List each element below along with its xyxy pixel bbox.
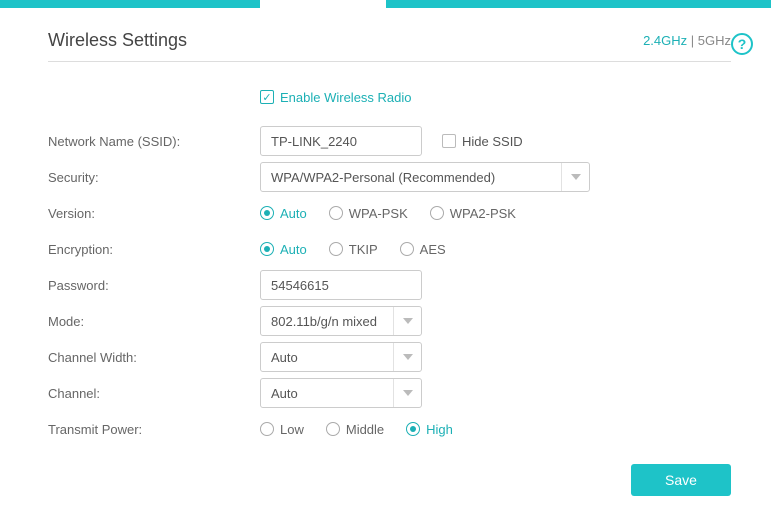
password-input[interactable] bbox=[260, 270, 422, 300]
version-radio-auto[interactable]: Auto bbox=[260, 206, 307, 221]
tab-seg bbox=[0, 0, 260, 8]
encryption-radio-auto[interactable]: Auto bbox=[260, 242, 307, 257]
label-channel-width: Channel Width: bbox=[48, 350, 260, 365]
label-mode: Mode: bbox=[48, 314, 260, 329]
chevron-down-icon bbox=[393, 379, 421, 407]
chevron-down-icon bbox=[561, 163, 589, 191]
channel-width-select[interactable]: Auto bbox=[260, 342, 422, 372]
label-ssid: Network Name (SSID): bbox=[48, 134, 260, 149]
version-radio-wpa-psk[interactable]: WPA-PSK bbox=[329, 206, 408, 221]
checkbox-icon bbox=[260, 90, 274, 104]
encryption-radio-group: Auto TKIP AES bbox=[260, 242, 446, 257]
label-encryption: Encryption: bbox=[48, 242, 260, 257]
channel-width-selected: Auto bbox=[271, 350, 298, 365]
power-radio-high[interactable]: High bbox=[406, 422, 453, 437]
enable-wireless-label: Enable Wireless Radio bbox=[280, 90, 412, 105]
label-transmit-power: Transmit Power: bbox=[48, 422, 260, 437]
label-version: Version: bbox=[48, 206, 260, 221]
channel-selected: Auto bbox=[271, 386, 298, 401]
band-switch: 2.4GHz | 5GHz bbox=[643, 33, 731, 48]
band-separator: | bbox=[691, 33, 698, 48]
enable-wireless-checkbox[interactable]: Enable Wireless Radio bbox=[260, 90, 412, 105]
label-channel: Channel: bbox=[48, 386, 260, 401]
top-tab-strip bbox=[0, 0, 771, 8]
version-radio-wpa2-psk[interactable]: WPA2-PSK bbox=[430, 206, 516, 221]
power-radio-low[interactable]: Low bbox=[260, 422, 304, 437]
tab-seg bbox=[386, 0, 771, 8]
label-security: Security: bbox=[48, 170, 260, 185]
label-password: Password: bbox=[48, 278, 260, 293]
power-radio-middle[interactable]: Middle bbox=[326, 422, 384, 437]
chevron-down-icon bbox=[393, 343, 421, 371]
version-radio-group: Auto WPA-PSK WPA2-PSK bbox=[260, 206, 516, 221]
encryption-radio-tkip[interactable]: TKIP bbox=[329, 242, 378, 257]
band-5ghz-link[interactable]: 5GHz bbox=[698, 33, 731, 48]
hide-ssid-label: Hide SSID bbox=[462, 134, 523, 149]
help-icon[interactable]: ? bbox=[731, 33, 753, 55]
channel-select[interactable]: Auto bbox=[260, 378, 422, 408]
band-24ghz-link[interactable]: 2.4GHz bbox=[643, 33, 687, 48]
tab-seg-active bbox=[260, 0, 386, 8]
mode-select[interactable]: 802.11b/g/n mixed bbox=[260, 306, 422, 336]
hide-ssid-checkbox[interactable]: Hide SSID bbox=[442, 134, 523, 149]
ssid-input[interactable] bbox=[260, 126, 422, 156]
transmit-power-radio-group: Low Middle High bbox=[260, 422, 453, 437]
checkbox-icon bbox=[442, 134, 456, 148]
chevron-down-icon bbox=[393, 307, 421, 335]
security-selected: WPA/WPA2-Personal (Recommended) bbox=[271, 170, 495, 185]
save-button[interactable]: Save bbox=[631, 464, 731, 496]
page-title: Wireless Settings bbox=[48, 30, 187, 51]
mode-selected: 802.11b/g/n mixed bbox=[271, 314, 377, 329]
encryption-radio-aes[interactable]: AES bbox=[400, 242, 446, 257]
security-select[interactable]: WPA/WPA2-Personal (Recommended) bbox=[260, 162, 590, 192]
